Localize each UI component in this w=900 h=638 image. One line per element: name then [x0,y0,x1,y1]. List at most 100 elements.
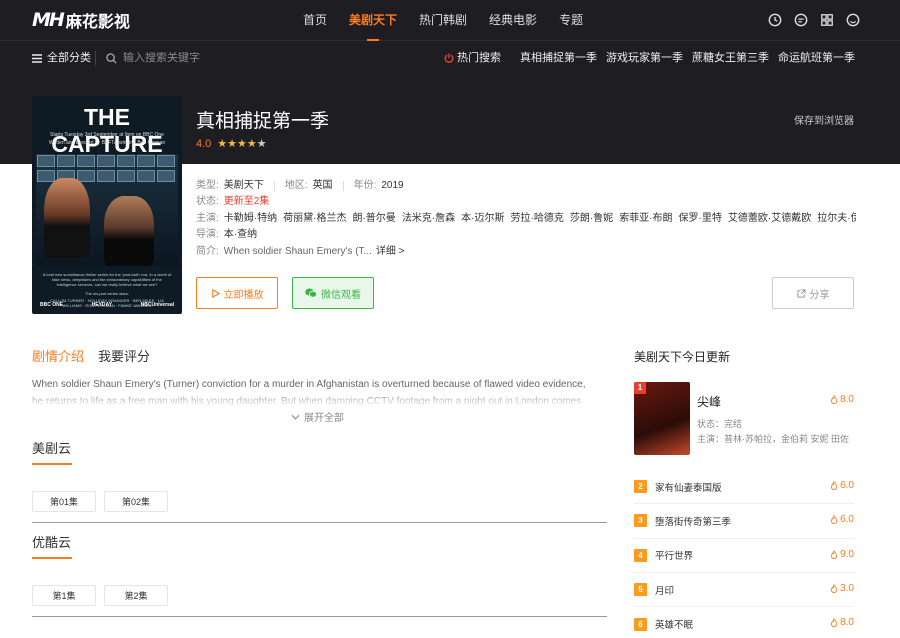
top-ranked-item[interactable]: 1 尖峰 8.0 状态：完结 主演：普林·苏帕拉，金伯莉 安妮 田佐 [634,382,854,455]
episode-list: 第1集 第2集 [32,585,607,606]
nav-us-drama[interactable]: 美剧天下 [349,0,397,41]
flame-icon [830,618,838,628]
message-icon[interactable] [794,13,808,27]
cast-label: 主演: [196,212,219,224]
poster-foot-heyday: HEYDAY [91,302,113,308]
flame-icon [830,583,838,593]
expand-all-button[interactable]: 展开全部 [291,409,344,424]
intro-detail-link[interactable]: 详细 > [376,244,405,260]
episode-button[interactable]: 第2集 [104,585,168,606]
poster-title: THE CAPTURE [51,104,163,157]
top-item-status: 状态：完结 [697,419,743,429]
all-categories-button[interactable]: 全部分类 [32,41,91,75]
list-item[interactable]: 6 英雄不眠 8.0 [634,607,854,638]
show-title: 真相捕捉第一季 [196,111,330,132]
rating-score: 4.0 [196,137,212,150]
share-label: 分享 [809,289,830,301]
cast-link[interactable]: 法米克·詹森 [402,211,455,227]
logo-mark: MH [32,9,65,31]
source-block-meijuyun: 美剧云 第01集 第02集 [32,438,607,523]
poster-credit: Written and directed by BAFTA-winning Be… [48,140,166,146]
save-to-browser-link[interactable]: 保存到浏览器 [794,112,854,127]
nav-topics[interactable]: 专题 [559,0,583,41]
hot-search-item[interactable]: 游戏玩家第一季 [606,41,683,75]
sub-navbar: 全部分类 热门搜索 真相捕捉第一季 游戏玩家第一季 蔗糖女王第三季 命运航班第一… [0,41,900,75]
rank-badge: 2 [634,480,647,494]
divider [342,181,344,191]
cast-link[interactable]: 索菲亚·布朗 [619,211,672,227]
type-label: 类型: [196,180,219,191]
poster-tagline: The six-part series stars: [85,291,129,296]
smile-icon[interactable] [846,13,860,27]
cast-link[interactable]: 保罗·里特 [679,211,722,227]
type-value[interactable]: 美剧天下 [224,178,264,194]
tab-plot[interactable]: 剧情介绍 [32,346,84,365]
hot-search-item[interactable]: 真相捕捉第一季 [520,41,597,75]
detail-tabs: 剧情介绍 我要评分 [32,346,164,365]
list-item-score: 6.0 [830,514,854,525]
menu-icon [32,53,42,63]
star-icon: ★ [256,138,267,150]
search-icon[interactable] [106,52,117,64]
episode-list: 第01集 第02集 [32,491,607,512]
year-label: 年份: [353,180,377,191]
share-button[interactable]: 分享 [772,277,854,309]
poster-figure-man [104,196,154,266]
intro-label: 简介: [196,245,219,257]
cast-link[interactable]: 拉尔夫·伊内... [817,211,856,227]
grid-icon[interactable] [820,13,834,27]
list-item[interactable]: 2 家有仙妻泰国版 6.0 [634,470,854,505]
star-icon: ★ [246,138,257,150]
wechat-watch-button[interactable]: 微信观看 [292,277,374,309]
nav-home[interactable]: 首页 [303,0,327,41]
source-title: 优酷云 [32,532,73,559]
director-link[interactable]: 本·查纳 [224,227,257,243]
cast-link[interactable]: 劳拉·哈德克 [511,211,564,227]
list-item[interactable]: 4 平行世界 9.0 [634,539,854,573]
episode-button[interactable]: 第1集 [32,585,96,606]
rank-badge: 4 [634,548,647,562]
site-logo[interactable]: MH 麻花影视 [32,8,130,32]
nav-korean-drama[interactable]: 热门韩剧 [419,0,467,41]
cast-link[interactable]: 艾德蕾欧·艾德戴欧 [728,211,811,227]
list-item[interactable]: 5 月印 3.0 [634,573,854,608]
poster-foot-nbc: NBCUniversal [140,302,174,308]
cast-link[interactable]: 荷丽黛·格兰杰 [283,211,346,227]
list-item-name: 英雄不眠 [655,620,694,632]
flame-icon [830,515,838,525]
star-icon: ★ [237,138,247,150]
play-now-label: 立即播放 [223,289,264,301]
play-now-button[interactable]: 立即播放 [196,277,278,309]
list-item[interactable]: 3 堕落街传奇第三季 6.0 [634,504,854,539]
poster-airing: Starts Tuesday 3rd September at 9pm on B… [50,132,164,138]
cast-link[interactable]: 本·迈尔斯 [461,211,504,227]
show-poster[interactable]: THE CAPTURE Starts Tuesday 3rd September… [32,96,182,314]
region-label: 地区: [284,180,308,191]
score-value: 6.0 [840,514,854,526]
flame-icon [830,549,838,559]
hot-search-label: 热门搜索 [444,41,501,75]
cast-link[interactable]: 莎朗·鲁妮 [570,211,613,227]
score-value: 3.0 [840,582,854,594]
region-value[interactable]: 英国 [313,178,333,194]
star-icon: ★ [227,138,238,150]
top-item-poster: 1 [634,382,690,455]
sidebar-title: 美剧天下今日更新 [634,350,731,364]
rank-list: 2 家有仙妻泰国版 6.0 3 堕落街传奇第三季 6.0 4 平行世界 9.0 5 月印 3.0 6 英雄… [634,470,854,638]
cast-link[interactable]: 卡勒姆·特纳 [224,211,277,227]
hot-search-item[interactable]: 命运航班第一季 [778,41,855,75]
list-item-name: 堕落街传奇第三季 [655,516,732,528]
cast-link[interactable]: 朗·普尔曼 [352,211,395,227]
score-value: 8.0 [840,394,854,405]
tab-rate[interactable]: 我要评分 [98,346,150,365]
episode-button[interactable]: 第02集 [104,491,168,512]
chevron-down-icon [291,414,300,420]
rank-badge: 6 [634,617,647,631]
episode-button[interactable]: 第01集 [32,491,96,512]
year-value[interactable]: 2019 [381,178,403,194]
history-icon[interactable] [768,13,782,27]
hot-search-item[interactable]: 蔗糖女王第三季 [692,41,769,75]
divider [95,51,96,65]
nav-classic-movies[interactable]: 经典电影 [489,0,537,41]
search-input[interactable] [123,52,323,64]
